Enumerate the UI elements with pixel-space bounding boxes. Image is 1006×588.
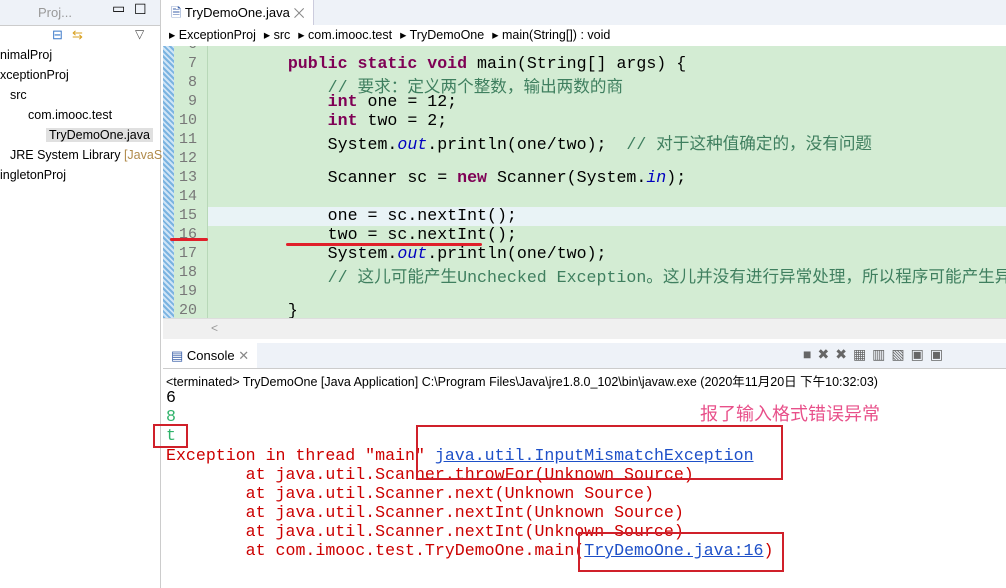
console-tab-bar: ▤ Console ✕ ■✖✖▦▥▧▣▣ (163, 343, 1006, 369)
code-line[interactable]: int two = 2; (248, 111, 448, 130)
tree-item[interactable]: TryDemoOne.java (46, 128, 153, 142)
line-number: 11 (178, 131, 197, 148)
tree-item-suffix: [JavaS (123, 148, 163, 162)
gutter-divider (207, 46, 208, 318)
stack-line: at java.util.Scanner.nextInt(Unknown Sou… (166, 503, 684, 522)
exception-prefix: Exception in thread "main" (166, 446, 435, 465)
pin-console-icon[interactable]: ▣ (911, 346, 930, 362)
code-line[interactable]: two = sc.nextInt(); (248, 225, 517, 244)
console-output-line: 6 (166, 388, 176, 407)
console-tab[interactable]: ▤ Console ✕ (163, 343, 258, 368)
breadcrumb-arrow-icon[interactable]: ▸ (400, 28, 410, 42)
line-number: 17 (178, 245, 197, 262)
tree-item[interactable]: ingletonProj (0, 168, 66, 182)
breadcrumb-item[interactable]: com.imooc.test (308, 28, 392, 42)
annotation-text: 报了输入格式错误异常 (700, 404, 880, 425)
stack-prefix: at com.imooc.test.TryDemoOne.main( (166, 541, 585, 560)
clear-console-icon[interactable]: ▦ (853, 346, 872, 362)
remove-all-icon[interactable]: ✖ (835, 346, 853, 362)
breadcrumb-arrow-icon[interactable]: ▸ (264, 28, 274, 42)
code-line[interactable]: Scanner sc = new Scanner(System.in); (248, 168, 687, 187)
code-line[interactable]: // 这儿可能产生Unchecked Exception。这儿并没有进行异常处理… (248, 263, 1006, 287)
breadcrumb-item[interactable]: main(String[]) : void (502, 28, 610, 42)
tree-item[interactable]: src (10, 88, 27, 102)
breadcrumb-arrow-icon[interactable]: ▸ (492, 28, 502, 42)
breadcrumb-item[interactable]: TryDemoOne (410, 28, 485, 42)
maximize-icon[interactable]: ☐ (134, 1, 147, 18)
line-number: 15 (178, 207, 197, 224)
annotation-box (416, 425, 783, 480)
breadcrumb: ▸ ExceptionProj ▸ src ▸ com.imooc.test ▸ Tr… (163, 25, 1006, 46)
code-line[interactable]: System.out.println(one/two); (248, 244, 607, 263)
tree-item[interactable]: nimalProj (0, 48, 52, 62)
close-icon[interactable]: ✕ (238, 348, 249, 363)
annotation-box (153, 424, 188, 448)
tree-item[interactable]: xceptionProj (0, 68, 69, 82)
word-wrap-icon[interactable]: ▧ (891, 346, 910, 362)
breadcrumb-arrow-icon[interactable]: ▸ (169, 28, 179, 42)
tree-item[interactable]: JRE System Library [JavaS (10, 148, 162, 162)
scroll-left-icon[interactable]: < (211, 321, 218, 335)
scroll-lock-icon[interactable]: ▥ (872, 346, 891, 362)
code-line[interactable]: one = sc.nextInt(); (248, 206, 517, 225)
tree-item-label: TryDemoOne.java (49, 128, 150, 142)
code-line[interactable]: int one = 12; (248, 92, 457, 111)
close-icon[interactable]: ✕ (293, 5, 304, 20)
line-number: 6 (175, 46, 197, 53)
explorer-tab-bar: Proj... ▭ ☐ (0, 0, 160, 26)
console-tab-label: Console (186, 348, 235, 363)
code-line[interactable]: public static void main(String[] args) { (248, 54, 686, 73)
line-number: 13 (178, 169, 197, 186)
tree-item[interactable]: com.imooc.test (28, 108, 112, 122)
minimize-icon[interactable]: ▭ (112, 0, 125, 17)
line-number: 8 (187, 74, 197, 91)
overview-ruler (163, 46, 174, 318)
line-number: 7 (187, 55, 197, 72)
tree-item-label: xceptionProj (0, 68, 69, 82)
tree-item-label: com.imooc.test (28, 108, 113, 122)
code-line[interactable]: } (248, 301, 298, 318)
console-toolbar: ■✖✖▦▥▧▣▣ (803, 346, 949, 363)
line-number: 19 (178, 283, 197, 300)
line-number: 18 (178, 264, 197, 281)
package-explorer: Proj... ▭ ☐ ⊟ ⇆ ▽ nimalProj xceptionProj s… (0, 0, 162, 588)
annotation-box (578, 532, 784, 572)
link-editor-icon[interactable]: ⇆ (72, 27, 83, 43)
code-line[interactable]: System.out.println(one/two); // 对于这种值确定的… (248, 130, 872, 154)
breadcrumb-item[interactable]: src (274, 28, 291, 42)
code-editor[interactable]: 6 7 public static void main(String[] args… (163, 46, 1006, 318)
console-status: <terminated> TryDemoOne [Java Applicatio… (166, 375, 878, 389)
tree-item-label: src (10, 88, 27, 102)
line-number: 12 (178, 150, 197, 167)
line-number: 10 (178, 112, 197, 129)
display-console-icon[interactable]: ▣ (930, 346, 949, 362)
annotation-underline (286, 243, 482, 246)
tree-item-label: JRE System Library (10, 148, 121, 162)
tree-item-label: nimalProj (0, 48, 53, 62)
terminate-icon[interactable]: ■ (803, 346, 817, 362)
annotation-underline (170, 238, 208, 241)
breadcrumb-item[interactable]: ExceptionProj (179, 28, 256, 42)
stack-line: at java.util.Scanner.next(Unknown Source… (166, 484, 654, 503)
horizontal-scrollbar[interactable]: < (163, 318, 1006, 339)
remove-launch-icon[interactable]: ✖ (817, 346, 835, 362)
collapse-all-icon[interactable]: ⊟ (52, 27, 63, 43)
editor-tab[interactable]: 🗎 TryDemoOne.java ✕ (163, 0, 314, 25)
line-number: 9 (187, 93, 197, 110)
breadcrumb-arrow-icon[interactable]: ▸ (298, 28, 308, 42)
editor-tab-label: TryDemoOne.java (184, 5, 290, 20)
console-icon: ▤ (171, 348, 184, 363)
line-number: 20 (178, 302, 197, 318)
java-file-icon: 🗎 (171, 5, 182, 20)
explorer-tab[interactable]: Proj... (38, 5, 72, 20)
tree-item-label: ingletonProj (0, 168, 67, 182)
editor-tab-bar: 🗎 TryDemoOne.java ✕ (163, 0, 1006, 26)
line-number: 14 (178, 188, 197, 205)
view-menu-icon[interactable]: ▽ (135, 27, 144, 41)
